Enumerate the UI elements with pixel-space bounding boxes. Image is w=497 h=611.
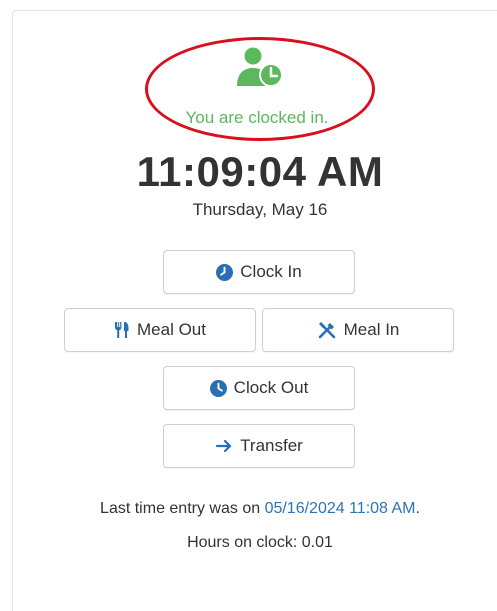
arrow-right-icon xyxy=(216,439,232,453)
crossed-utensils-icon xyxy=(318,322,335,339)
clock-out-label: Clock Out xyxy=(233,378,309,397)
clock-in-label: Clock In xyxy=(240,262,302,281)
last-entry-datetime-link[interactable]: 05/16/2024 11:08 AM xyxy=(265,500,416,517)
current-time: 11:09:04 AM xyxy=(136,148,384,195)
clock-icon xyxy=(216,263,234,281)
clock-icon xyxy=(209,379,227,397)
clock-status: You are clocked in. xyxy=(145,37,375,141)
clock-out-button[interactable]: Clock Out xyxy=(163,366,355,410)
last-entry-suffix: . xyxy=(415,500,420,517)
transfer-button[interactable]: Transfer xyxy=(163,424,355,468)
hours-on-clock: Hours on clock: 0.01 xyxy=(187,534,333,551)
meal-in-button[interactable]: Meal In xyxy=(262,308,454,352)
meal-out-label: Meal Out xyxy=(137,320,206,339)
last-entry-info: Last time entry was on 05/16/2024 11:08 … xyxy=(0,500,497,518)
transfer-label: Transfer xyxy=(240,436,303,455)
clock-in-button[interactable]: Clock In xyxy=(163,250,355,294)
meal-out-button[interactable]: Meal Out xyxy=(64,308,256,352)
clock-status-text: You are clocked in. xyxy=(185,108,329,127)
utensils-icon xyxy=(115,322,129,338)
current-date: Thursday, May 16 xyxy=(192,200,328,219)
user-clock-icon xyxy=(237,47,283,87)
meal-in-label: Meal In xyxy=(343,320,400,339)
last-entry-prefix: Last time entry was on xyxy=(100,500,265,517)
